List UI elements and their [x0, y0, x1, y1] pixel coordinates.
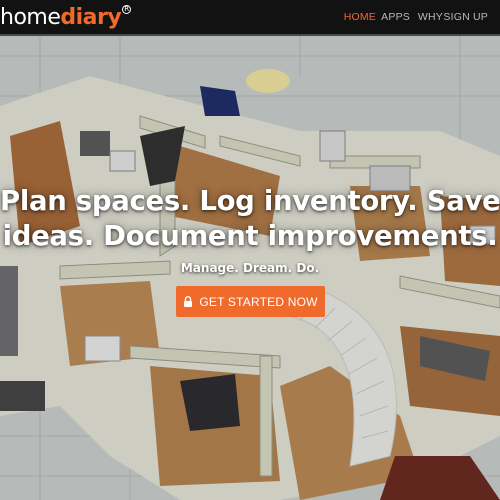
home-diary-logo[interactable]: home diary R [0, 5, 132, 31]
nav-home-link[interactable]: HOME [344, 11, 376, 23]
get-started-button[interactable]: GET STARTED NOW [176, 286, 325, 317]
lock-icon [184, 296, 193, 307]
hero-headline-line2: ideas. Document improvements. [2, 220, 498, 252]
get-started-label: GET STARTED NOW [199, 294, 318, 309]
nav-apps-link[interactable]: APPS [381, 11, 410, 23]
hero-section: Plan spaces. Log inventory. Save ideas. … [0, 36, 500, 500]
nav-why-link[interactable]: WHY [418, 11, 443, 23]
hero-tagline: Manage. Dream. Do. [180, 261, 320, 275]
registered-mark-icon: R [122, 5, 132, 14]
logo-text-home: home [0, 5, 61, 30]
top-navbar: home diary R HOME APPS WHY SIGN UP [0, 0, 500, 36]
hero-headline-line1: Plan spaces. Log inventory. Save [0, 185, 500, 217]
logo-text-diary: diary [60, 5, 122, 30]
nav-signup-link[interactable]: SIGN UP [443, 11, 488, 23]
hero-headline: Plan spaces. Log inventory. Save ideas. … [0, 184, 500, 254]
